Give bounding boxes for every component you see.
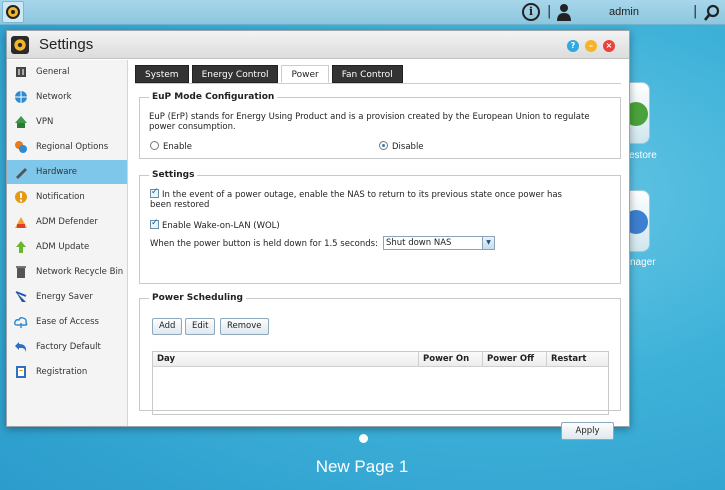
sidebar-item-label: Hardware — [36, 167, 78, 177]
general-icon — [14, 65, 28, 79]
gear-icon — [6, 5, 20, 19]
separator: | — [693, 4, 698, 19]
sidebar-item-energy-saver[interactable]: Energy Saver — [7, 285, 127, 309]
schedule-table: Day Power On Power Off Restart — [152, 351, 609, 415]
sidebar-item-general[interactable]: General — [7, 60, 127, 84]
column-header-power-off[interactable]: Power Off — [482, 352, 546, 367]
checkbox[interactable] — [150, 218, 159, 229]
sidebar-item-adm-update[interactable]: ADM Update — [7, 235, 127, 259]
sidebar-item-label: Network Recycle Bin — [36, 267, 124, 277]
sidebar-item-label: VPN — [36, 117, 54, 127]
sidebar-item-label: Ease of Access — [36, 317, 99, 327]
eup-description: EuP (ErP) stands for Energy Using Produc… — [149, 112, 590, 132]
settings-window: Settings ? – × General Network VPN Regio… — [6, 30, 630, 440]
hardware-icon — [14, 165, 28, 179]
separator: | — [547, 4, 552, 19]
power-scheduling-section: Power Scheduling Add Edit Remove Day Pow… — [139, 293, 621, 415]
sidebar-item-hardware[interactable]: Hardware — [7, 160, 127, 184]
page-indicator-dot[interactable] — [359, 434, 368, 443]
update-arrow-icon — [14, 240, 28, 254]
section-title: Power Scheduling — [152, 293, 243, 303]
add-schedule-button[interactable]: Add — [152, 318, 183, 335]
window-titlebar[interactable]: Settings ? – × — [7, 31, 629, 59]
regional-icon — [14, 140, 28, 154]
eup-enable-radio[interactable]: Enable — [150, 141, 192, 152]
column-header-power-on[interactable]: Power On — [418, 352, 482, 367]
sidebar-item-label: General — [36, 67, 70, 77]
remove-schedule-button[interactable]: Remove — [220, 318, 269, 335]
top-taskbar: i | admin | — [0, 0, 725, 25]
sidebar-item-label: ADM Update — [36, 242, 90, 252]
energy-saver-icon — [14, 290, 28, 304]
wake-on-lan-checkbox[interactable]: Enable Wake-on-LAN (WOL) — [150, 218, 280, 231]
restore-power-checkbox[interactable]: In the event of a power outage, enable t… — [150, 187, 610, 210]
sidebar-item-label: Factory Default — [36, 342, 101, 352]
power-button-label: When the power button is held down for 1… — [150, 239, 378, 249]
settings-sidebar: General Network VPN Regional Options Har… — [7, 60, 128, 426]
tab-system[interactable]: System — [135, 65, 189, 83]
column-header-restart[interactable]: Restart — [546, 352, 608, 367]
sidebar-item-registration[interactable]: Registration — [7, 360, 127, 384]
sidebar-item-network[interactable]: Network — [7, 85, 127, 109]
settings-gear-icon — [11, 36, 29, 54]
search-icon[interactable] — [703, 4, 721, 22]
tab-power[interactable]: Power — [281, 65, 329, 83]
checkbox[interactable] — [150, 187, 159, 198]
registration-icon — [14, 365, 28, 379]
window-title: Settings — [39, 36, 94, 53]
table-header: Day Power On Power Off Restart — [153, 352, 608, 367]
close-button[interactable]: × — [603, 40, 615, 52]
sidebar-item-adm-defender[interactable]: ADM Defender — [7, 210, 127, 234]
sidebar-item-label: Registration — [36, 367, 88, 377]
edit-schedule-button[interactable]: Edit — [185, 318, 216, 335]
sidebar-item-label: Regional Options — [36, 142, 109, 152]
info-icon[interactable]: i — [522, 3, 540, 21]
recycle-bin-icon — [14, 265, 28, 279]
select-value: Shut down NAS — [386, 238, 452, 248]
radio-button[interactable] — [150, 141, 159, 150]
section-title: EuP Mode Configuration — [152, 92, 275, 102]
sidebar-item-label: Network — [36, 92, 72, 102]
settings-content: System Energy Control Power Fan Control … — [128, 60, 629, 440]
notification-icon — [14, 190, 28, 204]
settings-app-icon[interactable] — [2, 1, 24, 23]
sidebar-item-label: ADM Defender — [36, 217, 98, 227]
tab-energy-control[interactable]: Energy Control — [191, 65, 279, 83]
username-label[interactable]: admin — [609, 6, 639, 18]
page-label: New Page 1 — [315, 457, 409, 476]
apply-button[interactable]: Apply — [561, 422, 614, 440]
undo-icon — [14, 340, 28, 354]
sidebar-item-network-recycle-bin[interactable]: Network Recycle Bin — [7, 260, 127, 284]
cloud-access-icon — [14, 315, 28, 329]
sidebar-item-label: Notification — [36, 192, 85, 202]
sidebar-item-factory-default[interactable]: Factory Default — [7, 335, 127, 359]
sidebar-item-notification[interactable]: Notification — [7, 185, 127, 209]
eup-disable-radio[interactable]: Disable — [379, 141, 424, 152]
desktop-icon-label: estore — [629, 150, 657, 161]
sidebar-item-ease-of-access[interactable]: Ease of Access — [7, 310, 127, 334]
desktop-icon-label: nager — [630, 257, 656, 268]
column-header-day[interactable]: Day — [153, 352, 418, 367]
vpn-icon — [14, 115, 28, 129]
defender-icon — [14, 215, 28, 229]
sidebar-item-vpn[interactable]: VPN — [7, 110, 127, 134]
help-button[interactable]: ? — [567, 40, 579, 52]
radio-button[interactable] — [379, 141, 388, 150]
sidebar-item-label: Energy Saver — [36, 292, 93, 302]
tab-bar: System Energy Control Power Fan Control — [135, 65, 406, 83]
section-title: Settings — [152, 170, 195, 180]
radio-label: Enable — [163, 142, 192, 152]
chevron-down-icon[interactable]: ▼ — [482, 237, 494, 249]
power-button-select[interactable]: Shut down NAS ▼ — [383, 236, 495, 250]
minimize-button[interactable]: – — [585, 40, 597, 52]
tab-fan-control[interactable]: Fan Control — [331, 65, 403, 83]
globe-icon — [14, 90, 28, 104]
sidebar-item-regional-options[interactable]: Regional Options — [7, 135, 127, 159]
radio-label: Disable — [392, 142, 424, 152]
user-icon[interactable] — [556, 3, 572, 21]
tab-divider — [135, 83, 621, 84]
